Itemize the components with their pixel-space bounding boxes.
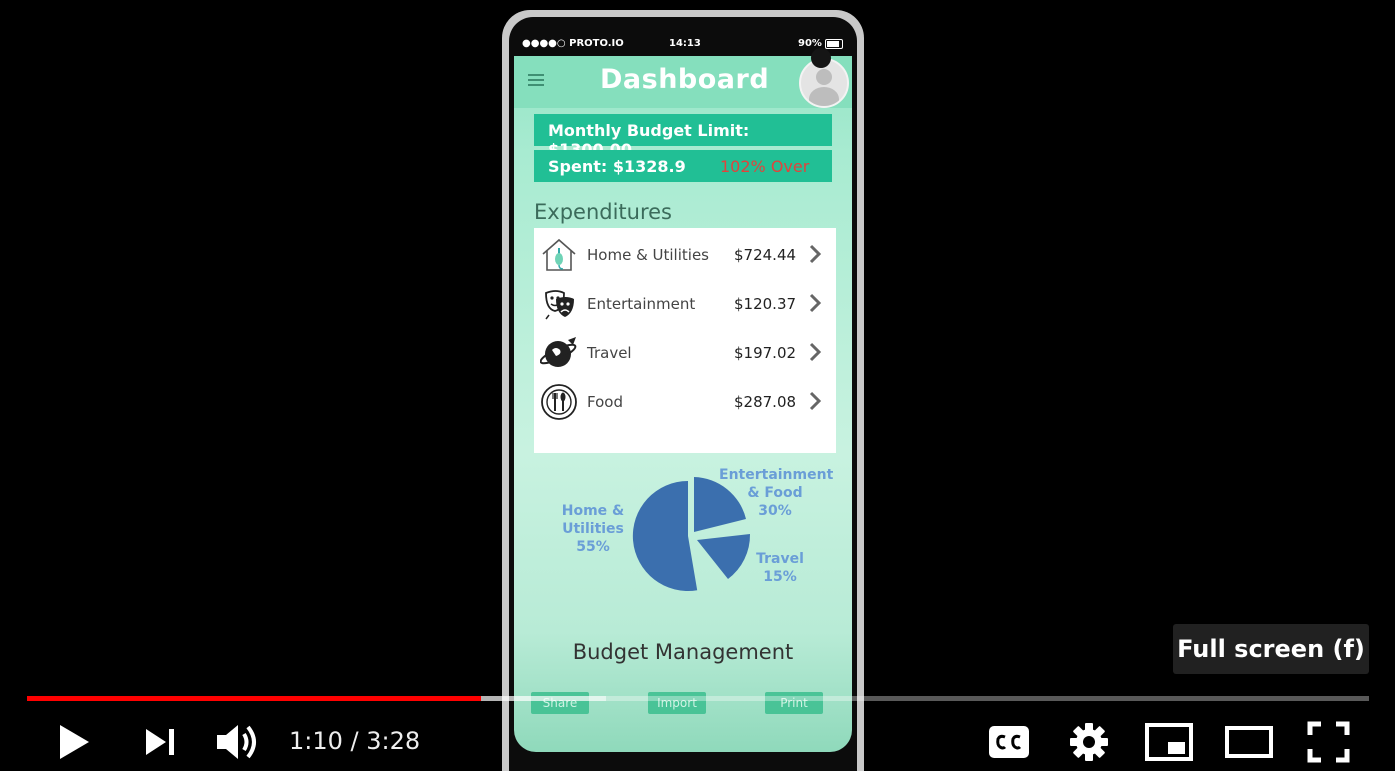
- fullscreen-icon: [1307, 721, 1350, 763]
- item-amount: $287.08: [734, 393, 797, 411]
- budget-limit-bar: Monthly Budget Limit: $1300.00: [534, 114, 832, 159]
- theater-icon: [1225, 726, 1273, 758]
- pie-label-entertainment-food: Entertainment & Food 30%: [719, 467, 834, 519]
- item-amount: $197.02: [734, 344, 797, 362]
- captions-button[interactable]: [987, 718, 1031, 766]
- next-button[interactable]: [142, 718, 178, 766]
- settings-icon: [1070, 723, 1108, 761]
- carrier-label: ●●●●○ PROTO.IO: [522, 38, 624, 49]
- clock-label: 14:13: [669, 38, 701, 49]
- plate-cutlery-icon: [541, 384, 577, 420]
- item-name: Home & Utilities: [587, 246, 709, 264]
- item-amount: $120.37: [734, 295, 797, 313]
- theater-masks-icon: [545, 290, 574, 320]
- spending-pie-chart: Home & Utilities 55% Entertainment & Foo…: [514, 464, 852, 604]
- time-display: 1:10 / 3:28: [289, 727, 421, 755]
- pie-label-home: Home & Utilities 55%: [561, 503, 625, 555]
- progress-played: [27, 696, 481, 701]
- list-item-food[interactable]: Food $287.08: [534, 379, 836, 425]
- battery-icon: [825, 39, 843, 49]
- budget-management-title: Budget Management: [572, 640, 794, 664]
- item-name: Entertainment: [587, 295, 696, 313]
- fullscreen-tooltip: Full screen (f): [1173, 624, 1369, 674]
- progress-buffered: [481, 696, 606, 701]
- volume-icon: [217, 725, 256, 759]
- hamburger-menu-icon[interactable]: [528, 74, 544, 86]
- item-name: Food: [587, 393, 623, 411]
- fullscreen-button[interactable]: [1306, 718, 1352, 766]
- play-icon: [60, 725, 89, 759]
- spent-label: Spent: $1328.9: [548, 157, 686, 176]
- list-item-entertainment[interactable]: Entertainment $120.37: [534, 281, 836, 327]
- miniplayer-icon: [1145, 723, 1193, 761]
- list-item-travel[interactable]: Travel $197.02: [534, 330, 836, 376]
- pie-label-travel: Travel 15%: [756, 551, 804, 585]
- play-button[interactable]: [55, 718, 95, 766]
- chevron-right-icon[interactable]: [808, 391, 822, 411]
- chevron-right-icon[interactable]: [808, 244, 822, 264]
- planet-rocket-icon: [540, 337, 577, 367]
- budget-spent-bar: Spent: $1328.9 102% Over: [534, 150, 832, 182]
- over-budget-label: 102% Over: [720, 157, 810, 176]
- chevron-right-icon[interactable]: [808, 293, 822, 313]
- chevron-right-icon[interactable]: [808, 342, 822, 362]
- expenditures-list: Home & Utilities $724.44 Entertainment $…: [534, 228, 836, 453]
- next-icon: [146, 729, 174, 755]
- pie-slice-home: [632, 480, 698, 591]
- page-title: Dashboard: [600, 64, 770, 95]
- miniplayer-button[interactable]: [1144, 718, 1194, 766]
- captions-icon: [989, 726, 1029, 758]
- pie-slice-travel: [697, 534, 751, 579]
- item-amount: $724.44: [734, 246, 797, 264]
- list-item-home-utilities[interactable]: Home & Utilities $724.44: [534, 232, 836, 278]
- front-camera: [811, 48, 831, 68]
- theater-mode-button[interactable]: [1224, 718, 1276, 766]
- item-name: Travel: [587, 344, 632, 362]
- status-bar: ●●●●○ PROTO.IO 14:13 90%: [514, 32, 852, 56]
- home-utilities-icon: [542, 238, 576, 271]
- app-header: Dashboard: [514, 56, 852, 108]
- settings-button[interactable]: [1068, 718, 1110, 766]
- app-screen: ●●●●○ PROTO.IO 14:13 90% Dashboard Month…: [514, 32, 852, 752]
- expenditures-title: Expenditures: [534, 200, 672, 224]
- volume-button[interactable]: [214, 718, 262, 766]
